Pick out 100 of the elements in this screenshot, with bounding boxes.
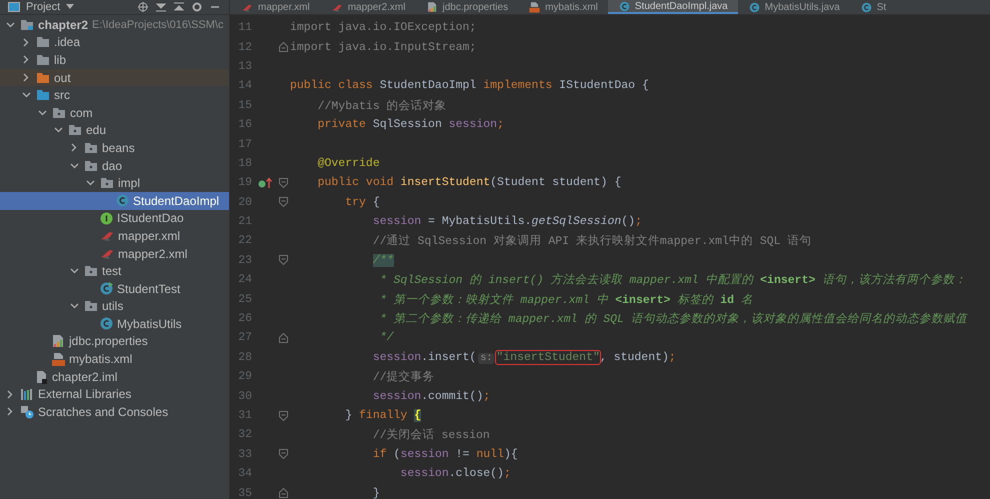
tree-item[interactable]: chapter2.iml bbox=[0, 368, 229, 386]
code-line: @Override bbox=[316, 156, 380, 170]
editor-tab[interactable]: mapper2.xml bbox=[320, 0, 416, 14]
code-line: * 第二个参数：传递给 mapper.xml 的 SQL 语句动态参数的对象，该对象的属性值会给同名的动态参数赋值 bbox=[378, 311, 967, 326]
collapsed-chevron-icon[interactable] bbox=[7, 407, 13, 416]
code-line: //Mybatis 的会话对象 bbox=[316, 98, 447, 113]
tree-item[interactable]: src bbox=[0, 86, 229, 104]
tree-item[interactable]: beans bbox=[0, 139, 229, 157]
tree-item[interactable]: .idea bbox=[0, 34, 229, 52]
fold-start-icon[interactable] bbox=[278, 449, 288, 460]
tree-item[interactable]: StudentDaoImpl bbox=[0, 192, 229, 210]
folder-icon bbox=[52, 106, 66, 119]
tree-item[interactable]: lib bbox=[0, 51, 229, 69]
line-number: 28 bbox=[237, 350, 252, 364]
file-icon bbox=[36, 370, 48, 384]
tree-item[interactable]: mybatis.xml bbox=[0, 350, 229, 368]
expanded-chevron-icon[interactable] bbox=[54, 127, 62, 134]
tree-item[interactable]: MybatisUtils bbox=[0, 315, 229, 333]
folder-icon bbox=[36, 89, 50, 102]
collapsed-chevron-icon[interactable] bbox=[23, 73, 29, 82]
line-number: 34 bbox=[237, 467, 252, 480]
collapsed-chevron-icon[interactable] bbox=[23, 38, 29, 47]
folder-icon bbox=[36, 72, 50, 84]
folder-icon bbox=[36, 54, 50, 66]
tree-item[interactable]: mapper.xml bbox=[0, 227, 229, 245]
code-line: try { bbox=[344, 196, 380, 209]
expand-all-icon[interactable] bbox=[155, 2, 167, 12]
expanded-chevron-icon[interactable] bbox=[70, 162, 78, 169]
collapsed-chevron-icon[interactable] bbox=[71, 143, 77, 152]
line-number: 17 bbox=[237, 138, 252, 151]
tree-item[interactable]: edu bbox=[0, 122, 229, 140]
tree-label: lib bbox=[54, 52, 66, 67]
editor-tab[interactable]: MybatisUtils.java bbox=[738, 0, 850, 14]
folder-icon bbox=[36, 36, 50, 48]
tree-item[interactable]: chapter2 E:\IdeaProjects\016\SSM\c bbox=[0, 16, 229, 34]
fold-start-icon[interactable] bbox=[278, 178, 288, 188]
tree-label: External Libraries bbox=[38, 387, 132, 402]
line-number: 18 bbox=[237, 156, 252, 170]
tree-label: Scratches and Consoles bbox=[38, 404, 168, 419]
fold-end-icon[interactable] bbox=[278, 42, 288, 52]
tree-item[interactable]: jdbc.properties bbox=[0, 332, 229, 350]
tree-item[interactable]: dao bbox=[0, 156, 229, 174]
implements-marker-icon[interactable] bbox=[258, 176, 272, 189]
editor-tab[interactable]: StudentDaoImpl.java bbox=[608, 0, 738, 14]
editor-tab[interactable]: St bbox=[850, 0, 896, 14]
collapse-all-icon[interactable] bbox=[173, 2, 185, 12]
tree-label: dao bbox=[102, 158, 122, 173]
line-number: 35 bbox=[237, 486, 252, 499]
expanded-chevron-icon[interactable] bbox=[70, 303, 78, 310]
collapsed-chevron-icon[interactable] bbox=[23, 55, 29, 64]
tree-item[interactable]: com bbox=[0, 104, 229, 122]
tree-label: MybatisUtils bbox=[117, 316, 182, 331]
tree-item[interactable]: impl bbox=[0, 174, 229, 192]
project-path: E:\IdeaProjects\016\SSM\c bbox=[92, 18, 224, 31]
panel-icon bbox=[8, 2, 20, 12]
line-number: 23 bbox=[237, 254, 252, 267]
fold-end-icon[interactable] bbox=[278, 332, 288, 343]
tree-label: mapper.xml bbox=[118, 228, 180, 243]
tree-item[interactable]: out bbox=[0, 68, 229, 86]
target-icon[interactable] bbox=[137, 2, 149, 12]
code-line: private SqlSession session; bbox=[316, 118, 504, 132]
code-line: if (session != null){ bbox=[372, 448, 518, 461]
expanded-chevron-icon[interactable] bbox=[70, 268, 78, 274]
bird-icon bbox=[100, 247, 114, 260]
editor-tab[interactable]: mybatis.xml bbox=[518, 0, 608, 14]
code-line: session.commit(); bbox=[372, 390, 490, 403]
folder-icon bbox=[68, 124, 82, 136]
code-line: import java.io.InputStream; bbox=[290, 40, 476, 54]
expanded-chevron-icon[interactable] bbox=[22, 92, 30, 98]
tree-item[interactable]: External Libraries bbox=[0, 385, 229, 404]
editor-tab[interactable]: mapper.xml bbox=[230, 0, 320, 14]
fold-start-icon[interactable] bbox=[278, 197, 288, 208]
code-line: session.close(); bbox=[399, 467, 511, 480]
tree-item[interactable]: mapper2.xml bbox=[0, 244, 229, 262]
dropdown-icon[interactable] bbox=[66, 4, 74, 10]
fold-end-icon[interactable] bbox=[278, 488, 288, 498]
code-line: //关闭会话 session bbox=[372, 428, 490, 442]
tree-item[interactable]: StudentTest bbox=[0, 280, 229, 298]
expanded-chevron-icon[interactable] bbox=[6, 22, 14, 28]
fold-start-icon[interactable] bbox=[278, 255, 288, 266]
tree-item[interactable]: IStudentDao bbox=[0, 210, 229, 228]
line-number: 31 bbox=[237, 409, 252, 422]
tree-label: out bbox=[54, 70, 71, 85]
collapsed-chevron-icon[interactable] bbox=[7, 390, 13, 399]
panel-title[interactable]: Project bbox=[26, 1, 60, 13]
line-number: 22 bbox=[237, 234, 252, 248]
folder-icon bbox=[84, 160, 98, 172]
expanded-chevron-icon[interactable] bbox=[38, 110, 46, 116]
xml-file-icon bbox=[529, 1, 540, 13]
expanded-chevron-icon[interactable] bbox=[86, 180, 94, 186]
tree-item[interactable]: utils bbox=[0, 298, 229, 316]
settings-icon[interactable] bbox=[191, 2, 203, 12]
line-number: 19 bbox=[237, 176, 252, 190]
editor-tab[interactable]: jdbc.properties bbox=[416, 0, 518, 14]
bird-icon bbox=[100, 229, 114, 242]
tree-label: StudentDaoImpl bbox=[133, 194, 220, 208]
tree-item[interactable]: test bbox=[0, 262, 229, 280]
fold-start-icon[interactable] bbox=[278, 410, 288, 420]
code-line: //提交事务 bbox=[372, 369, 435, 384]
tree-item[interactable]: Scratches and Consoles bbox=[0, 403, 229, 421]
